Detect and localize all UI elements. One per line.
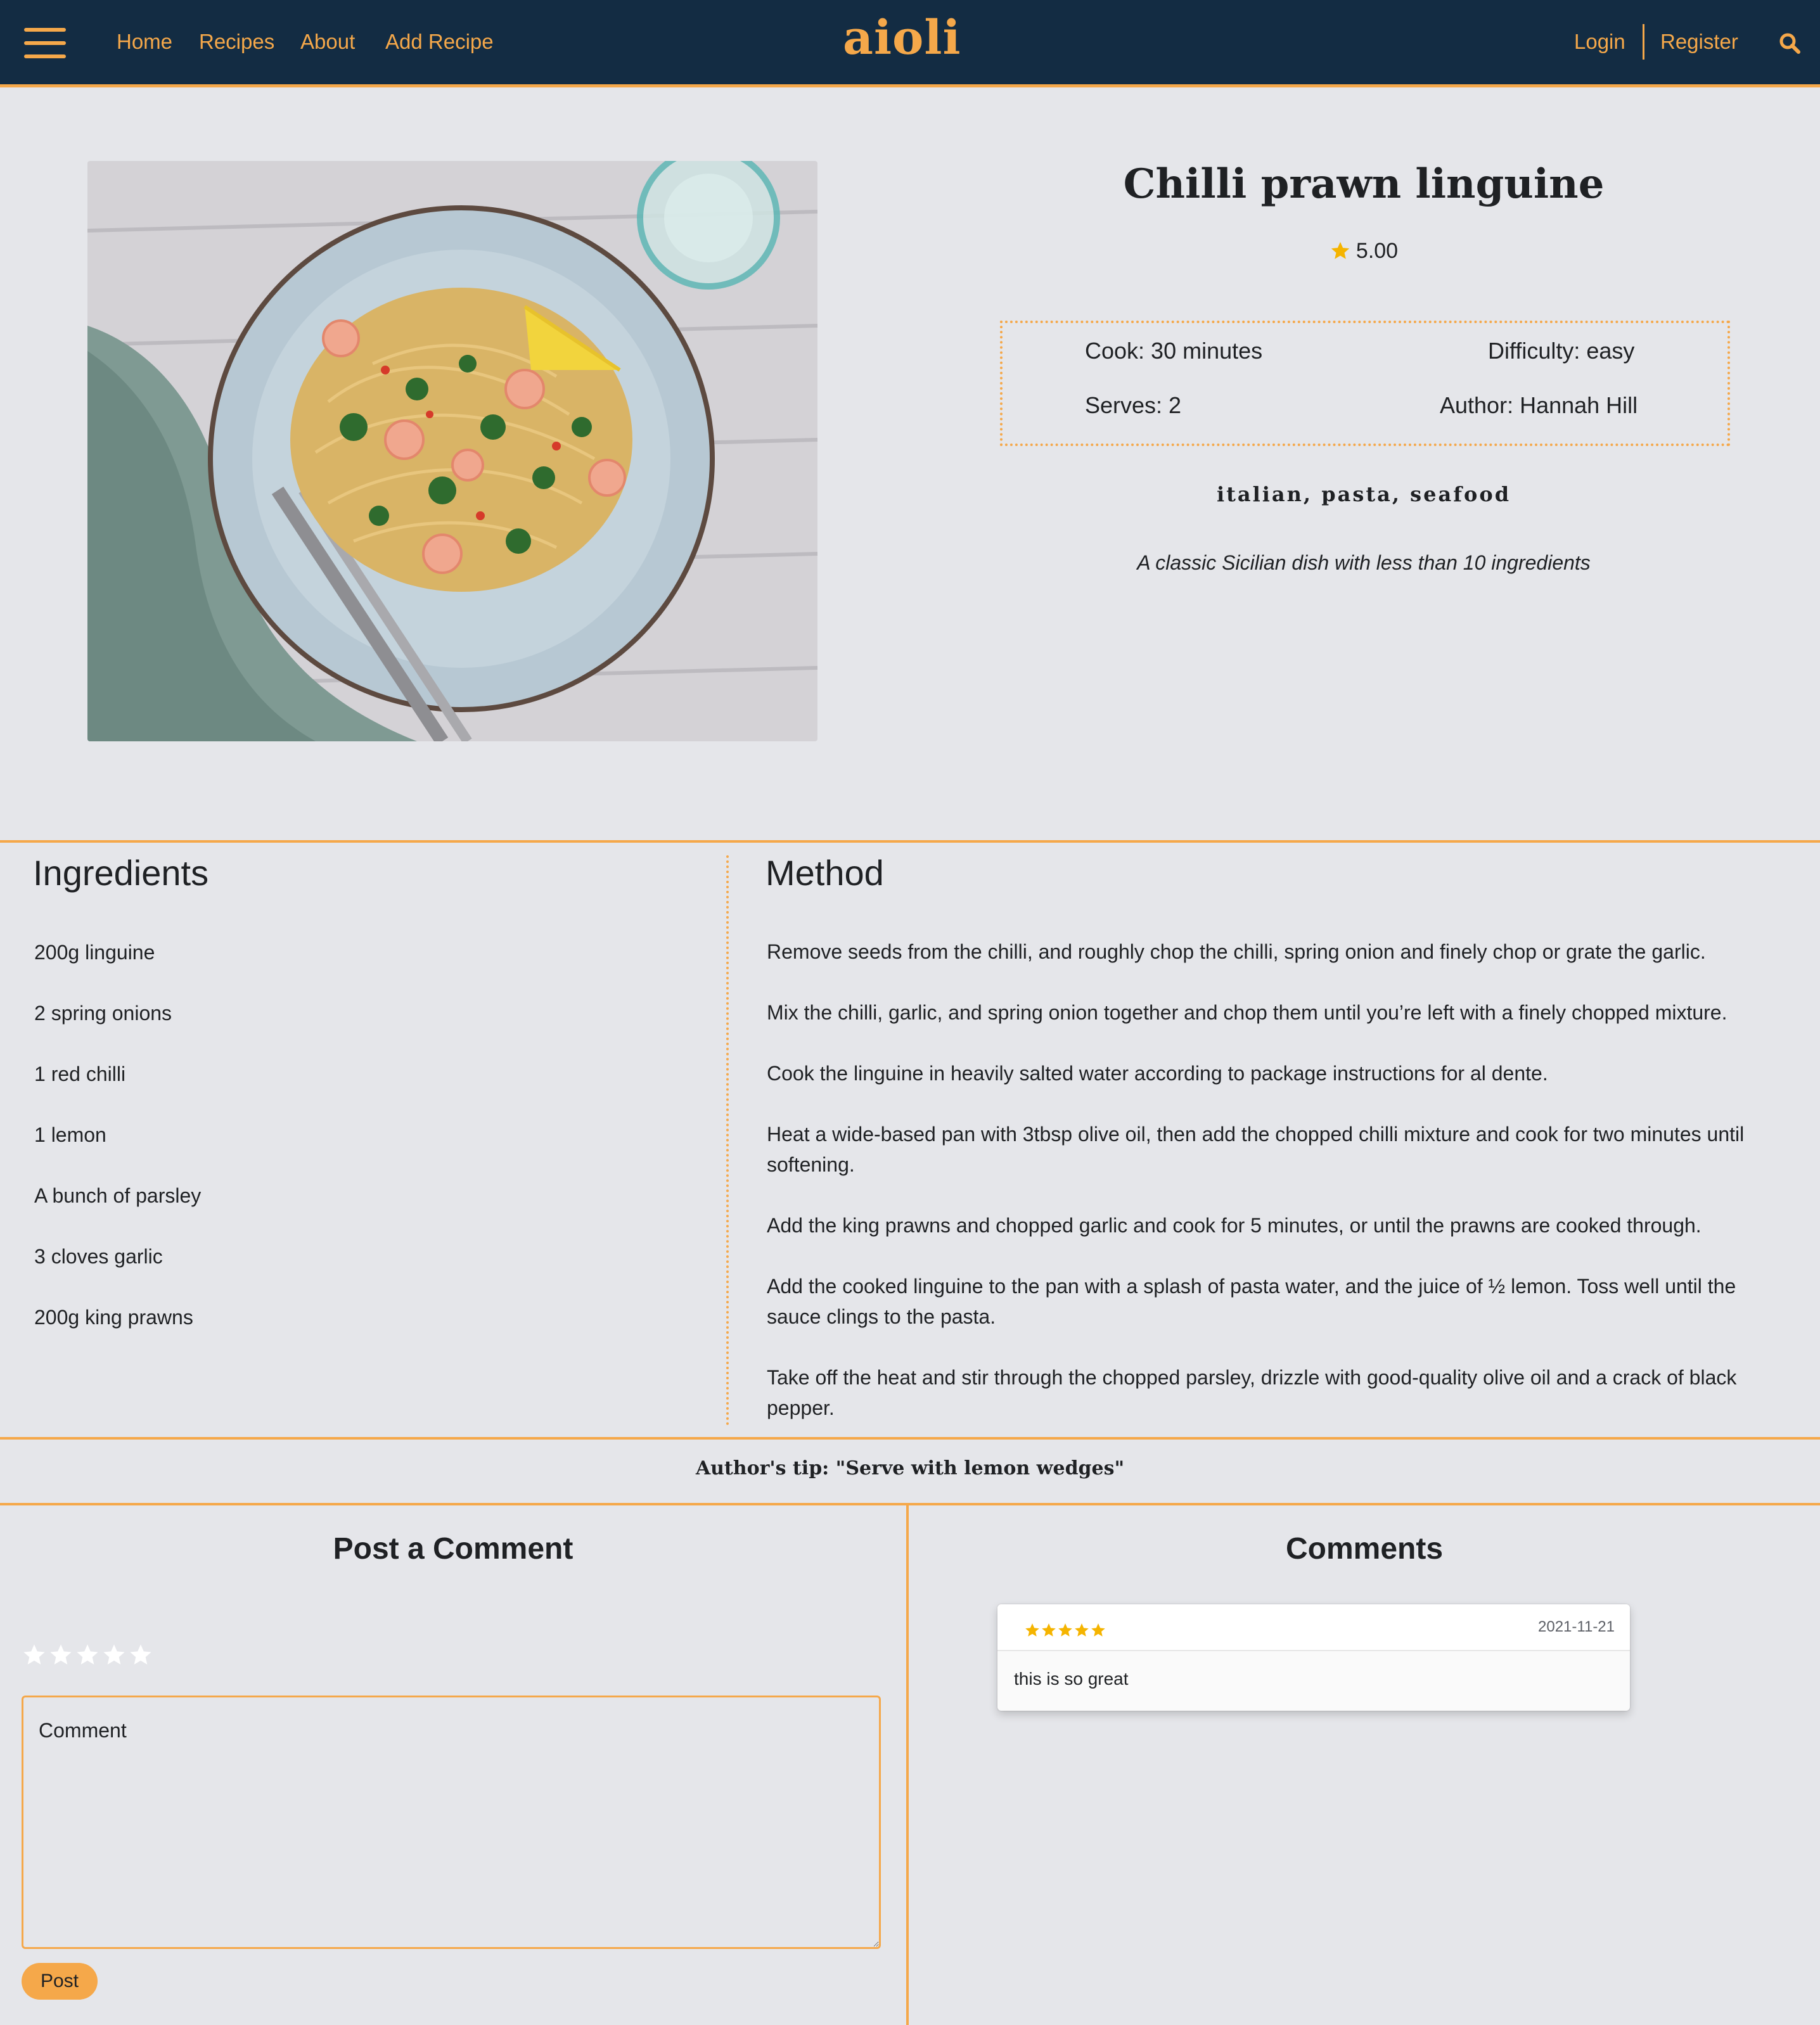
nav-link-login[interactable]: Login <box>1574 28 1625 56</box>
list-item: 200g linguine <box>34 941 155 964</box>
method-step: Mix the chilli, garlic, and spring onion… <box>767 1001 1727 1024</box>
comments-divider <box>906 1504 909 2025</box>
method-step: Take off the heat and stir through the c… <box>767 1366 1737 1419</box>
serves: Serves: 2 <box>1085 392 1182 418</box>
list-item: 1 red chilli <box>34 1063 126 1085</box>
star-icon <box>1075 1623 1089 1637</box>
method-list: Remove seeds from the chilli, and roughl… <box>767 936 1787 1453</box>
author-tip: Author's tip: "Serve with lemon wedges" <box>695 1457 1125 1479</box>
comment-rating <box>1024 1622 1106 1640</box>
method-heading: Method <box>766 853 884 893</box>
section-divider <box>0 1503 1820 1505</box>
comment-date: 2021-11-21 <box>1538 1618 1615 1635</box>
rating-input[interactable] <box>22 1642 155 1670</box>
list-item: 3 cloves garlic <box>34 1245 163 1268</box>
column-divider <box>726 855 729 1426</box>
nav-link-home[interactable]: Home <box>117 28 172 56</box>
method-step: Add the cooked linguine to the pan with … <box>767 1275 1736 1328</box>
nav-link-about[interactable]: About <box>300 28 355 56</box>
navbar: Home Recipes About Add Recipe aioli Logi… <box>0 0 1820 87</box>
comment-input[interactable] <box>22 1696 881 1949</box>
search-icon[interactable] <box>1778 32 1801 54</box>
list-item: A bunch of parsley <box>34 1184 202 1207</box>
hamburger-menu-icon[interactable] <box>24 28 66 58</box>
comment-card-header: 2021-11-21 <box>997 1604 1630 1651</box>
recipe-title: Chilli prawn linguine <box>1123 160 1605 208</box>
list-item: 1 lemon <box>34 1123 106 1146</box>
recipe-info-box: Cook: 30 minutes Difficulty: easy Serves… <box>1000 321 1730 446</box>
comments-heading: Comments <box>1285 1532 1444 1566</box>
star-icon[interactable] <box>128 1642 153 1668</box>
section-divider <box>0 840 1820 843</box>
rating-value: 5.00 <box>1355 239 1399 263</box>
method-step: Add the king prawns and chopped garlic a… <box>767 1214 1701 1237</box>
method-step: Remove seeds from the chilli, and roughl… <box>767 940 1706 963</box>
difficulty: Difficulty: easy <box>1488 338 1635 364</box>
star-icon <box>1025 1623 1039 1637</box>
section-divider <box>0 1437 1820 1440</box>
author: Author: Hannah Hill <box>1440 392 1638 418</box>
recipe-description: A classic Sicilian dish with less than 1… <box>1137 551 1591 574</box>
cook-time: Cook: 30 minutes <box>1085 338 1263 364</box>
list-item: 2 spring onions <box>34 1002 172 1025</box>
star-icon <box>1058 1623 1072 1637</box>
recipe-rating: 5.00 <box>989 236 1739 266</box>
list-item: 200g king prawns <box>34 1306 193 1329</box>
comment-text: this is so great <box>1014 1669 1129 1689</box>
star-icon[interactable] <box>101 1642 127 1668</box>
star-icon <box>1331 241 1350 259</box>
star-icon[interactable] <box>75 1642 100 1668</box>
star-icon <box>1042 1623 1056 1637</box>
nav-divider <box>1643 24 1644 60</box>
nav-link-add-recipe[interactable]: Add Recipe <box>385 28 494 56</box>
star-icon <box>1091 1623 1105 1637</box>
recipe-tags: italian, pasta, seafood <box>1216 482 1511 506</box>
post-comment-heading: Post a Comment <box>333 1532 574 1566</box>
ingredients-list: 200g linguine 2 spring onions 1 red chil… <box>34 936 706 1362</box>
star-icon[interactable] <box>22 1642 47 1668</box>
method-step: Cook the linguine in heavily salted wate… <box>767 1062 1548 1085</box>
brand-logo[interactable]: aioli <box>843 8 961 68</box>
nav-link-recipes[interactable]: Recipes <box>199 28 274 56</box>
star-icon[interactable] <box>48 1642 74 1668</box>
ingredients-heading: Ingredients <box>33 853 209 893</box>
comment-card: 2021-11-21 this is so great <box>997 1604 1630 1711</box>
method-step: Heat a wide-based pan with 3tbsp olive o… <box>767 1123 1745 1176</box>
nav-link-register[interactable]: Register <box>1660 28 1738 56</box>
post-button[interactable]: Post <box>22 1963 98 2000</box>
recipe-photo <box>87 161 817 741</box>
